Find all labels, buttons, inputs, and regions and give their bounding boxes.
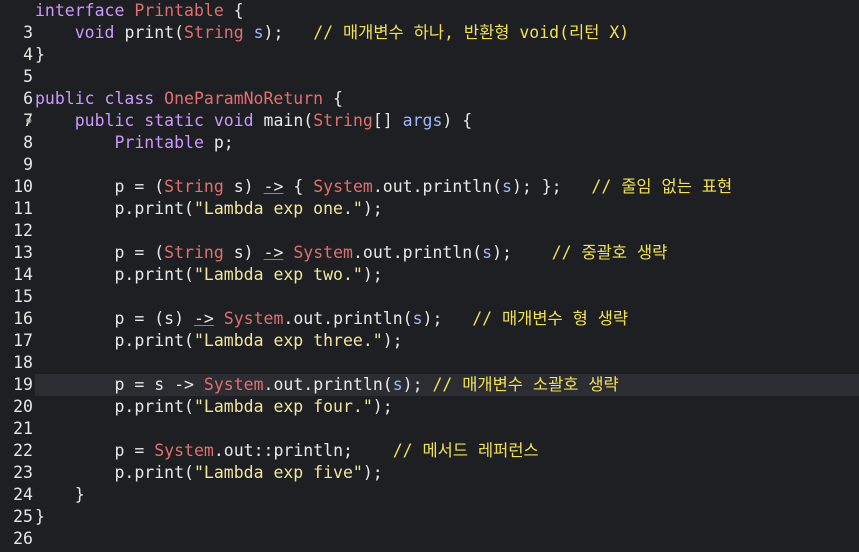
code-text[interactable] xyxy=(35,154,859,176)
code-line[interactable]: 25 } xyxy=(0,484,859,526)
code-text[interactable] xyxy=(35,220,859,242)
code-text[interactable] xyxy=(35,286,859,308)
code-line[interactable]: 24 p.print("Lambda exp five"); xyxy=(0,462,859,504)
code-text[interactable]: } xyxy=(35,506,859,528)
code-text[interactable]: p = s -> System.out.println(s); // 매개변수 … xyxy=(35,374,859,396)
code-line[interactable]: 18 p.print("Lambda exp three."); xyxy=(0,330,859,372)
code-text[interactable]: p.print("Lambda exp four."); xyxy=(35,396,859,418)
code-line[interactable]: 8 ◉ public static void main(String[] arg… xyxy=(0,110,859,152)
code-text[interactable]: void print(String s); // 매개변수 하나, 반환형 vo… xyxy=(35,22,859,44)
code-text[interactable]: interface Printable { xyxy=(35,0,859,22)
code-line[interactable]: 14 p = (String s) -> System.out.println(… xyxy=(0,242,859,284)
code-text[interactable]: p = System.out::println; // 메서드 레퍼런스 xyxy=(35,440,859,462)
code-text[interactable]: p = (String s) -> { System.out.println(s… xyxy=(35,176,859,198)
code-text[interactable]: p.print("Lambda exp two."); xyxy=(35,264,859,286)
code-text[interactable] xyxy=(35,528,859,550)
code-line[interactable]: 16 xyxy=(0,286,859,328)
code-text[interactable]: p.print("Lambda exp one."); xyxy=(35,198,859,220)
code-line[interactable]: 3 interface Printable { xyxy=(0,0,859,42)
code-line[interactable]: 26 } xyxy=(0,506,859,548)
code-text[interactable]: p = (s) -> System.out.println(s); // 매개변… xyxy=(35,308,859,330)
code-text[interactable] xyxy=(35,352,859,374)
code-line[interactable]: 23 p = System.out::println; // 메서드 레퍼런스 xyxy=(0,440,859,482)
code-text[interactable]: p.print("Lambda exp five"); xyxy=(35,462,859,484)
code-line[interactable]: 5 } xyxy=(0,44,859,86)
code-line[interactable]: 12 p.print("Lambda exp one."); xyxy=(0,198,859,240)
code-line[interactable]: 7 public class OneParamNoReturn { xyxy=(0,88,859,130)
code-line[interactable]: 19 xyxy=(0,352,859,394)
code-text[interactable]: p.print("Lambda exp three."); xyxy=(35,330,859,352)
code-line[interactable]: 13 xyxy=(0,220,859,262)
code-text[interactable] xyxy=(35,418,859,440)
code-line[interactable]: 22 xyxy=(0,418,859,460)
code-line-current[interactable]: 20 p = s -> System.out.println(s); // 매개… xyxy=(0,374,859,416)
code-text[interactable]: public static void main(String[] args) { xyxy=(35,110,859,132)
code-line[interactable]: 17 p = (s) -> System.out.println(s); // … xyxy=(0,308,859,350)
code-line[interactable]: 4 void print(String s); // 매개변수 하나, 반환형 … xyxy=(0,22,859,64)
code-line[interactable]: 15 p.print("Lambda exp two."); xyxy=(0,264,859,306)
fold-marker-icon[interactable]: ◉ xyxy=(26,110,31,132)
code-line[interactable]: 9 Printable p; xyxy=(0,132,859,174)
code-text[interactable]: p = (String s) -> System.out.println(s);… xyxy=(35,242,859,264)
code-text[interactable]: Printable p; xyxy=(35,132,859,154)
code-line[interactable]: 6 xyxy=(0,66,859,108)
code-text[interactable] xyxy=(35,66,859,88)
code-editor[interactable]: 3 interface Printable { 4 void print(Str… xyxy=(0,0,859,552)
code-line[interactable]: 11 p = (String s) -> { System.out.printl… xyxy=(0,176,859,218)
code-line[interactable]: 10 xyxy=(0,154,859,196)
code-text[interactable]: public class OneParamNoReturn { xyxy=(35,88,859,110)
code-line[interactable]: 27 xyxy=(0,528,859,552)
code-text[interactable]: } xyxy=(35,44,859,66)
code-line[interactable]: 21 p.print("Lambda exp four."); xyxy=(0,396,859,438)
code-text[interactable]: } xyxy=(35,484,859,506)
